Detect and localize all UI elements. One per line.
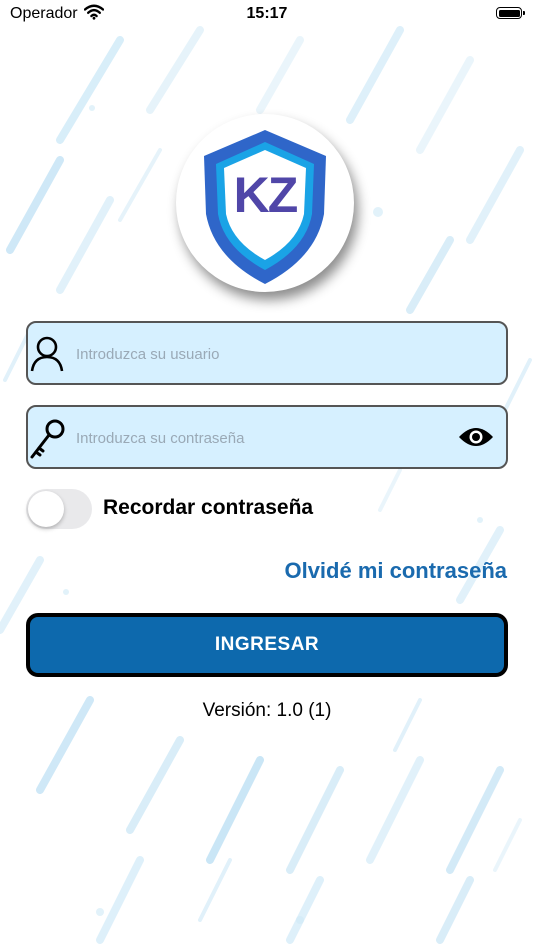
battery-icon <box>496 7 525 19</box>
clock: 15:17 <box>246 5 288 22</box>
remember-password-label: Recordar contraseña <box>103 496 314 519</box>
remember-password-toggle[interactable] <box>26 489 92 529</box>
login-button[interactable]: INGRESAR <box>26 613 508 677</box>
password-input[interactable] <box>74 407 458 469</box>
version-label: Versión: 1.0 (1) <box>202 700 332 721</box>
user-icon <box>30 336 64 372</box>
logo-text: KZ <box>233 167 299 223</box>
key-icon <box>30 419 65 459</box>
toggle-knob <box>28 491 64 527</box>
eye-icon[interactable] <box>458 425 494 449</box>
username-input[interactable] <box>74 323 458 385</box>
app-logo: KZ <box>176 114 354 292</box>
username-field[interactable] <box>26 321 508 385</box>
forgot-password-link[interactable]: Olvidé mi contraseña <box>284 558 507 584</box>
status-bar: Operador 15:17 <box>0 0 534 28</box>
password-field[interactable] <box>26 405 508 469</box>
